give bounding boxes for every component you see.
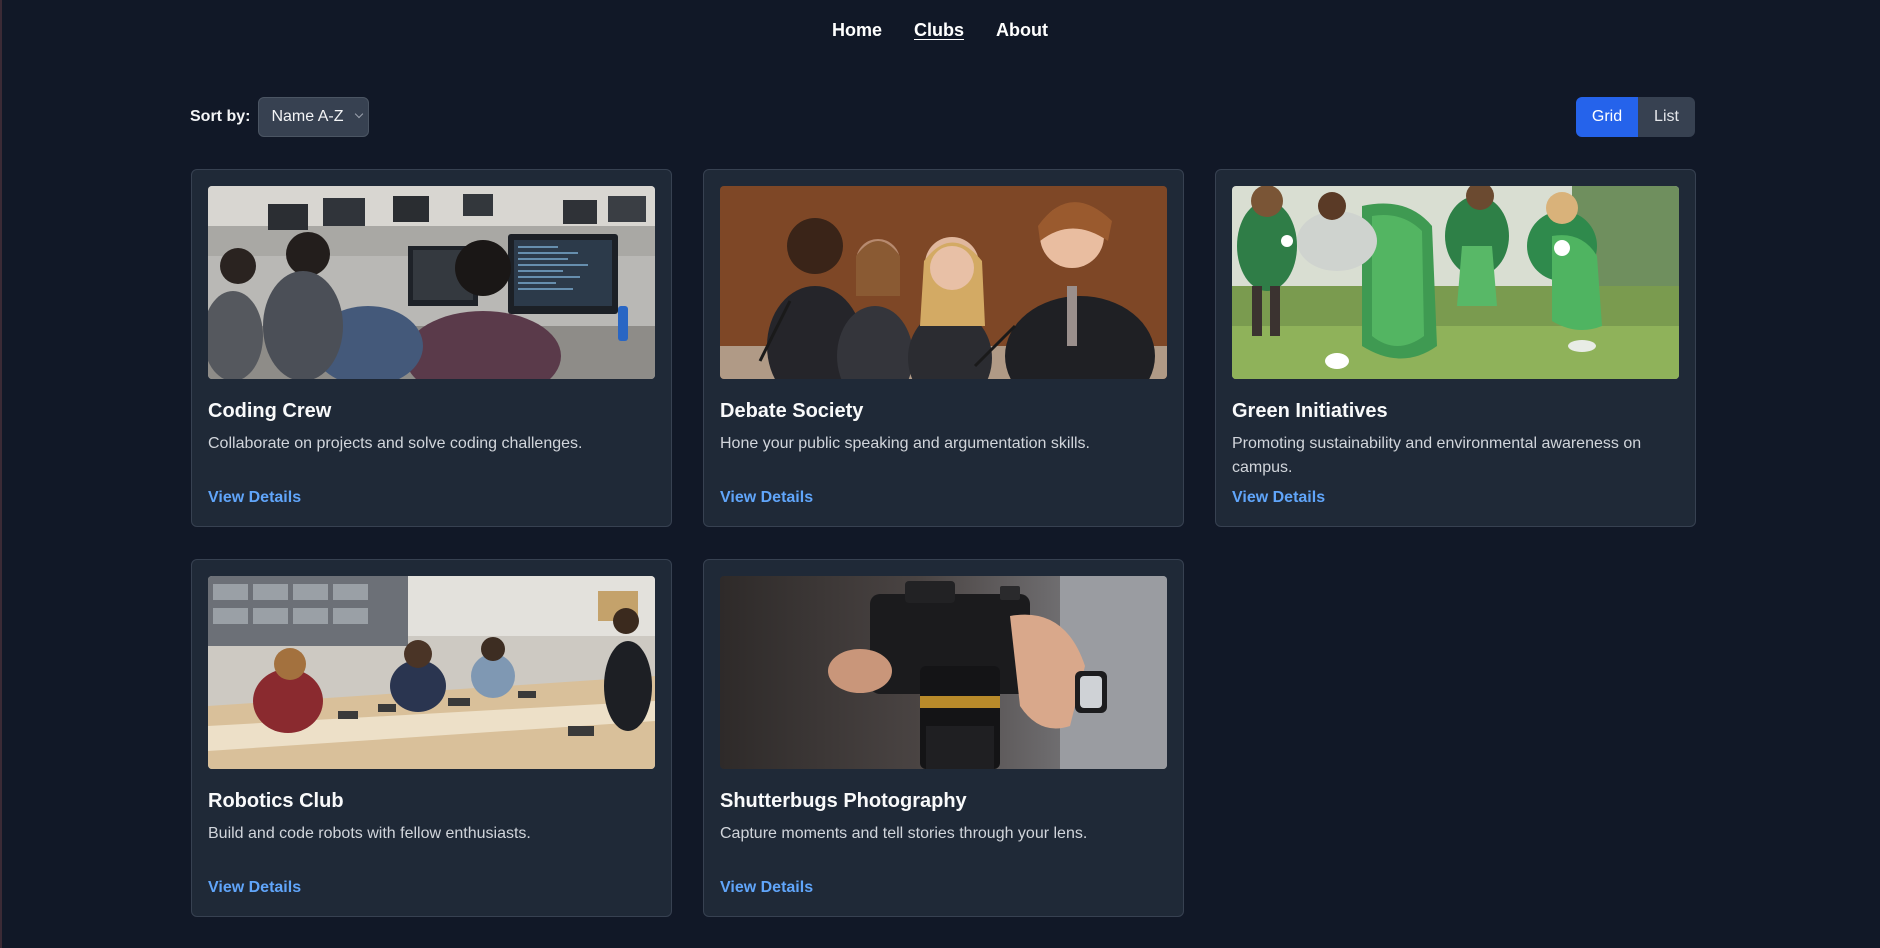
window-edge [0, 0, 2, 948]
controls-bar: Sort by: Name A-Z Grid List [190, 97, 1695, 137]
view-toggle: Grid List [1576, 97, 1695, 137]
camera-hands-photo [720, 576, 1167, 769]
club-title: Green Initiatives [1232, 400, 1388, 422]
club-title: Shutterbugs Photography [720, 790, 967, 812]
grid-view-button[interactable]: Grid [1576, 97, 1638, 137]
nav-about-link[interactable]: About [996, 20, 1048, 41]
sort-label: Sort by: [190, 108, 251, 125]
clubs-grid: Coding Crew Collaborate on projects and … [191, 169, 1696, 917]
club-card: Coding Crew Collaborate on projects and … [191, 169, 672, 527]
sort-select[interactable]: Name A-Z [258, 97, 370, 137]
club-card: Debate Society Hone your public speaking… [703, 169, 1184, 527]
club-title: Robotics Club [208, 790, 344, 812]
list-view-button[interactable]: List [1638, 97, 1695, 137]
sort-select-value: Name A-Z [271, 108, 344, 125]
sort-control: Sort by: Name A-Z [190, 97, 370, 137]
top-nav: Home Clubs About [0, 20, 1880, 41]
cleanup-volunteers-photo [1232, 186, 1679, 379]
club-card: Shutterbugs Photography Capture moments … [703, 559, 1184, 917]
debate-students-photo [720, 186, 1167, 379]
view-details-link[interactable]: View Details [720, 489, 813, 507]
club-description: Promoting sustainability and environment… [1232, 435, 1642, 476]
nav-home-link[interactable]: Home [832, 20, 882, 41]
view-details-link[interactable]: View Details [720, 879, 813, 897]
club-title: Debate Society [720, 400, 864, 422]
club-description: Hone your public speaking and argumentat… [720, 435, 1090, 452]
chevron-down-icon [355, 109, 364, 119]
club-description: Collaborate on projects and solve coding… [208, 435, 583, 452]
view-details-link[interactable]: View Details [1232, 489, 1325, 507]
club-card: Green Initiatives Promoting sustainabili… [1215, 169, 1696, 527]
computer-lab-photo [208, 186, 655, 379]
view-details-link[interactable]: View Details [208, 879, 301, 897]
club-description: Capture moments and tell stories through… [720, 825, 1088, 842]
club-title: Coding Crew [208, 400, 332, 422]
club-card: Robotics Club Build and code robots with… [191, 559, 672, 917]
nav-clubs-link[interactable]: Clubs [914, 20, 964, 41]
view-details-link[interactable]: View Details [208, 489, 301, 507]
robotics-lab-photo [208, 576, 655, 769]
club-description: Build and code robots with fellow enthus… [208, 825, 531, 842]
